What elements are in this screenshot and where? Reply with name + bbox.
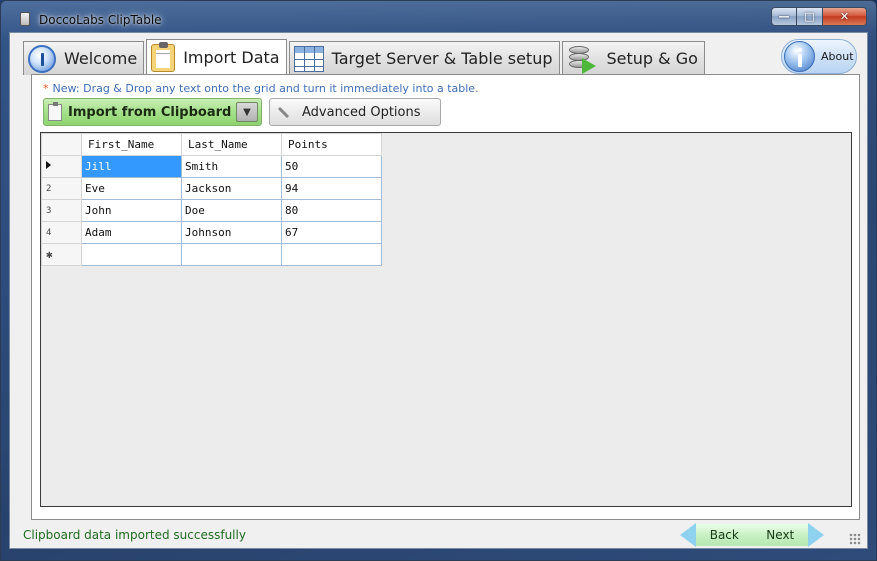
tab-setup-go[interactable]: Setup & Go [561, 41, 705, 75]
wizard-navigation: Back Next [680, 522, 824, 547]
grid-table: First_Name Last_Name Points Jill Smith 5… [41, 133, 382, 266]
import-from-clipboard-button[interactable]: Import from Clipboard ▼ [43, 98, 262, 126]
maximize-icon: □ [804, 10, 815, 23]
app-window: DoccoLabs ClipTable — □ ✕ Welcome Import… [0, 0, 877, 561]
minimize-button[interactable]: — [771, 7, 797, 26]
table-row: 3 John Doe 80 [41, 199, 382, 222]
window-controls: — □ ✕ [771, 7, 867, 26]
cell[interactable]: Smith [181, 155, 282, 178]
advanced-label: Advanced Options [302, 104, 421, 120]
nav-buttons: Back Next [696, 523, 808, 546]
database-arrow-icon [567, 44, 599, 74]
cell[interactable]: Eve [81, 177, 182, 200]
row-header[interactable]: 4 [41, 221, 82, 244]
tab-label: Welcome [64, 49, 138, 68]
app-icon [20, 12, 30, 26]
column-header-first-name[interactable]: First_Name [81, 133, 182, 156]
back-arrow-icon[interactable] [680, 522, 696, 547]
tab-label: Target Server & Table setup [331, 49, 553, 68]
tab-import-data[interactable]: Import Data [146, 39, 287, 75]
cell[interactable]: Jackson [181, 177, 282, 200]
back-button[interactable]: Back [710, 528, 739, 542]
window-title: DoccoLabs ClipTable [39, 13, 162, 27]
row-header[interactable]: 3 [41, 199, 82, 222]
table-icon [293, 45, 324, 72]
status-message: Clipboard data imported successfully [23, 528, 246, 542]
tab-strip: Welcome Import Data Target Server & Tabl… [23, 39, 707, 75]
cell[interactable]: Jill [81, 155, 182, 178]
drag-drop-hint: * New: Drag & Drop any text onto the grid… [43, 82, 479, 95]
import-label: Import from Clipboard [68, 104, 232, 120]
clipboard-icon [151, 41, 176, 72]
grid-header-row: First_Name Last_Name Points [41, 133, 382, 156]
cell[interactable]: Doe [181, 199, 282, 222]
next-button[interactable]: Next [766, 528, 794, 542]
close-icon: ✕ [839, 10, 850, 23]
info-circle-icon [28, 44, 56, 73]
row-header[interactable]: 2 [41, 177, 82, 200]
resize-grip-icon[interactable] [849, 533, 861, 545]
row-header-current[interactable] [41, 155, 82, 178]
hint-star: * [43, 82, 49, 95]
new-row-marker-icon[interactable]: ✱ [41, 243, 82, 266]
maximize-button[interactable]: □ [797, 7, 823, 26]
cell[interactable]: 80 [281, 199, 382, 222]
close-button[interactable]: ✕ [823, 7, 867, 26]
cell[interactable]: Adam [81, 221, 182, 244]
column-header-last-name[interactable]: Last_Name [181, 133, 282, 156]
tab-label: Import Data [183, 48, 280, 67]
chevron-down-icon: ▼ [243, 106, 251, 118]
column-header-points[interactable]: Points [281, 133, 382, 156]
wrench-icon [276, 105, 290, 119]
minimize-icon: — [778, 10, 790, 23]
next-arrow-icon[interactable] [808, 522, 824, 547]
grid-corner[interactable] [41, 133, 82, 156]
tab-welcome[interactable]: Welcome [23, 41, 145, 75]
advanced-options-button[interactable]: Advanced Options [269, 98, 441, 126]
current-row-arrow-icon [46, 161, 51, 169]
table-row: 4 Adam Johnson 67 [41, 221, 382, 244]
new-row-cell[interactable] [81, 243, 182, 266]
data-grid[interactable]: First_Name Last_Name Points Jill Smith 5… [40, 132, 852, 507]
cell[interactable]: John [81, 199, 182, 222]
new-row-cell[interactable] [281, 243, 382, 266]
about-button[interactable]: About [781, 39, 857, 74]
cell[interactable]: 50 [281, 155, 382, 178]
table-row: Jill Smith 50 [41, 155, 382, 178]
tab-target-server[interactable]: Target Server & Table setup [288, 41, 560, 75]
title-bar[interactable]: DoccoLabs ClipTable — □ ✕ [1, 1, 876, 35]
table-row: 2 Eve Jackson 94 [41, 177, 382, 200]
about-label: About [821, 50, 854, 63]
info-icon [784, 41, 815, 72]
tab-label: Setup & Go [606, 49, 698, 68]
import-dropdown-button[interactable]: ▼ [236, 102, 258, 122]
hint-text: New: Drag & Drop any text onto the grid … [52, 82, 479, 95]
clipboard-add-icon [48, 101, 62, 121]
cell[interactable]: Johnson [181, 221, 282, 244]
new-row: ✱ [41, 243, 382, 266]
cell[interactable]: 94 [281, 177, 382, 200]
cell[interactable]: 67 [281, 221, 382, 244]
new-row-cell[interactable] [181, 243, 282, 266]
